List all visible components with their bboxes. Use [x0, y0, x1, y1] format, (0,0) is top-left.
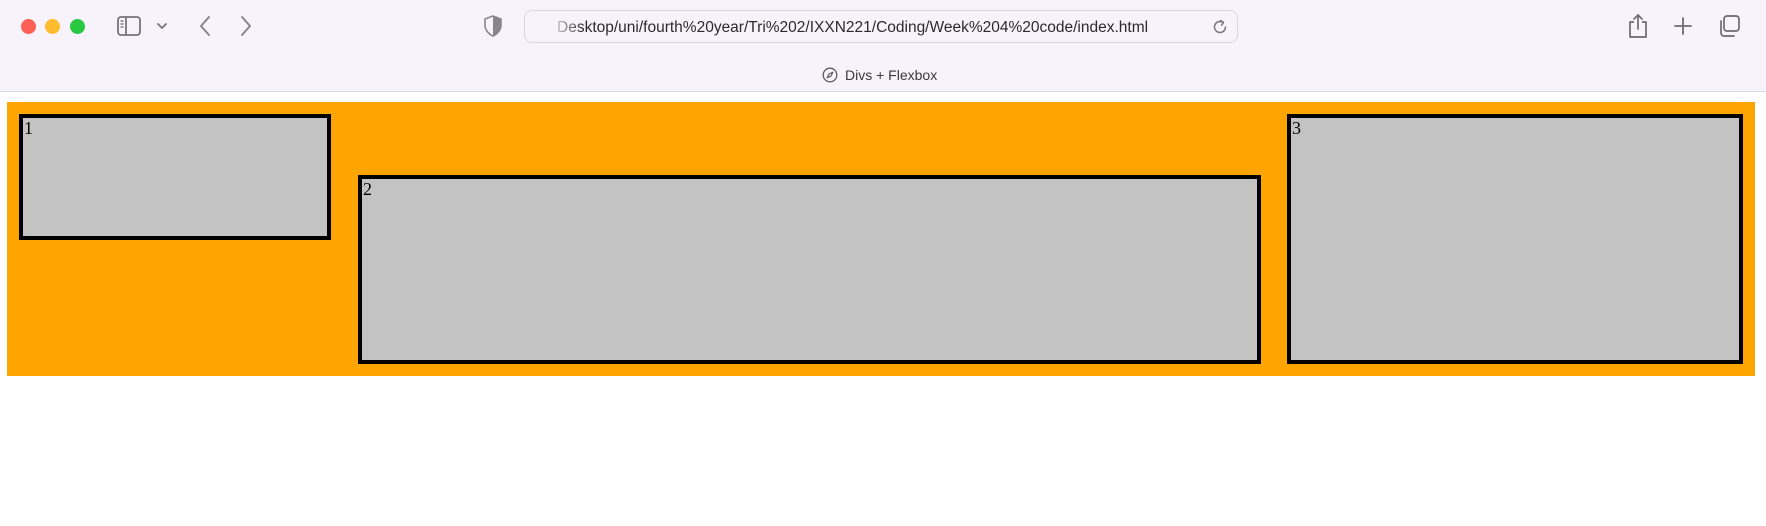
tab-title-label: Divs + Flexbox	[845, 67, 938, 83]
plus-icon	[1674, 17, 1692, 35]
privacy-report-button[interactable]	[482, 14, 504, 38]
flex-container: 1 2 3	[7, 102, 1755, 376]
compass-icon	[822, 67, 838, 83]
tab-overview-icon	[1720, 15, 1740, 37]
share-icon	[1629, 14, 1647, 38]
flex-item-label: 2	[363, 179, 372, 199]
new-tab-button[interactable]	[1670, 13, 1696, 39]
shield-icon	[484, 15, 502, 37]
url-text[interactable]: Desktop/uni/fourth%20year/Tri%202/IXXN22…	[557, 19, 1207, 37]
flex-item-3: 3	[1287, 114, 1743, 364]
flex-item-label: 1	[24, 118, 33, 138]
flex-item-label: 3	[1292, 118, 1301, 138]
tab-overview-button[interactable]	[1716, 13, 1742, 39]
address-bar[interactable]: Desktop/uni/fourth%20year/Tri%202/IXXN22…	[524, 10, 1238, 43]
chevron-right-icon	[241, 16, 251, 36]
browser-toolbar: Desktop/uni/fourth%20year/Tri%202/IXXN22…	[0, 0, 1766, 92]
back-button[interactable]	[193, 12, 217, 40]
chevron-left-icon	[200, 16, 210, 36]
flex-item-2: 2	[358, 175, 1261, 364]
share-button[interactable]	[1626, 11, 1650, 41]
chevron-down-icon	[157, 23, 167, 29]
page-viewport: 1 2 3	[0, 93, 1766, 526]
flex-item-1: 1	[19, 114, 331, 240]
forward-button[interactable]	[234, 12, 258, 40]
window-close-button[interactable]	[21, 19, 36, 34]
window-zoom-button[interactable]	[70, 19, 85, 34]
sidebar-icon	[117, 16, 141, 36]
reload-icon	[1213, 19, 1227, 34]
reload-button[interactable]	[1211, 18, 1229, 36]
active-tab[interactable]: Divs + Flexbox	[822, 65, 937, 85]
sidebar-menu-button[interactable]	[154, 16, 170, 36]
window-minimize-button[interactable]	[45, 19, 60, 34]
sidebar-toggle-button[interactable]	[116, 14, 142, 38]
